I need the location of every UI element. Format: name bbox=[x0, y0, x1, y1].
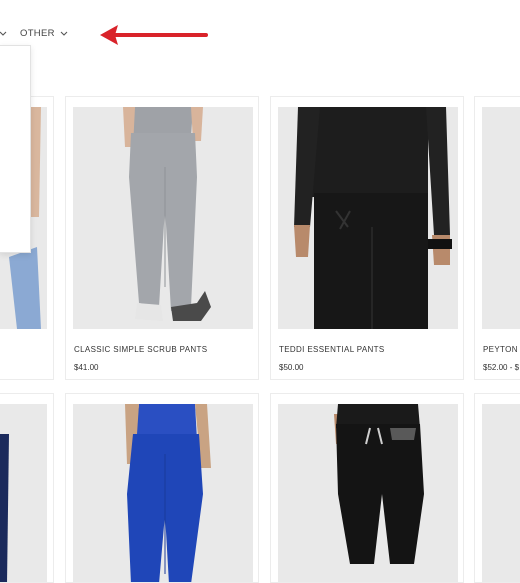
royal-blue-scrub-photo bbox=[125, 404, 211, 582]
product-card[interactable]: CLASSIC SIMPLE SCRUB PANTS $41.00 bbox=[65, 96, 259, 380]
gray-scrub-pants-photo bbox=[123, 107, 211, 321]
product-image[interactable] bbox=[482, 404, 520, 582]
chevron-down-icon[interactable] bbox=[0, 29, 8, 39]
product-name[interactable]: TEDDI ESSENTIAL PANTS bbox=[279, 345, 385, 354]
nav-item-other[interactable]: OTHER bbox=[20, 28, 68, 39]
dropdown-menu[interactable] bbox=[0, 45, 31, 253]
product-card[interactable] bbox=[0, 393, 54, 583]
product-image[interactable] bbox=[73, 107, 253, 329]
product-image[interactable] bbox=[278, 404, 458, 582]
product-card[interactable] bbox=[65, 393, 259, 583]
annotation-arrow-icon bbox=[100, 25, 208, 45]
black-scrub-pants-photo bbox=[294, 107, 452, 329]
product-image[interactable] bbox=[0, 404, 47, 582]
chevron-down-icon bbox=[60, 31, 68, 36]
product-price: $50.00 bbox=[279, 363, 304, 372]
product-card[interactable] bbox=[270, 393, 464, 583]
product-card[interactable]: TEDDI ESSENTIAL PANTS $50.00 bbox=[270, 96, 464, 380]
navy-scrub-pants-photo bbox=[0, 434, 9, 582]
product-price: $41.00 bbox=[74, 363, 99, 372]
product-name[interactable]: CLASSIC SIMPLE SCRUB PANTS bbox=[74, 345, 207, 354]
product-name[interactable]: PEYTON C bbox=[483, 345, 520, 354]
product-image[interactable] bbox=[278, 107, 458, 329]
black-jogger-pants-photo bbox=[334, 404, 424, 564]
product-card[interactable]: PEYTON C $52.00 - $ bbox=[474, 96, 520, 380]
product-card[interactable] bbox=[474, 393, 520, 583]
product-image[interactable] bbox=[73, 404, 253, 582]
product-image[interactable] bbox=[482, 107, 520, 329]
nav-item-other-label: OTHER bbox=[20, 28, 55, 39]
product-price: $52.00 - $ bbox=[483, 363, 520, 372]
